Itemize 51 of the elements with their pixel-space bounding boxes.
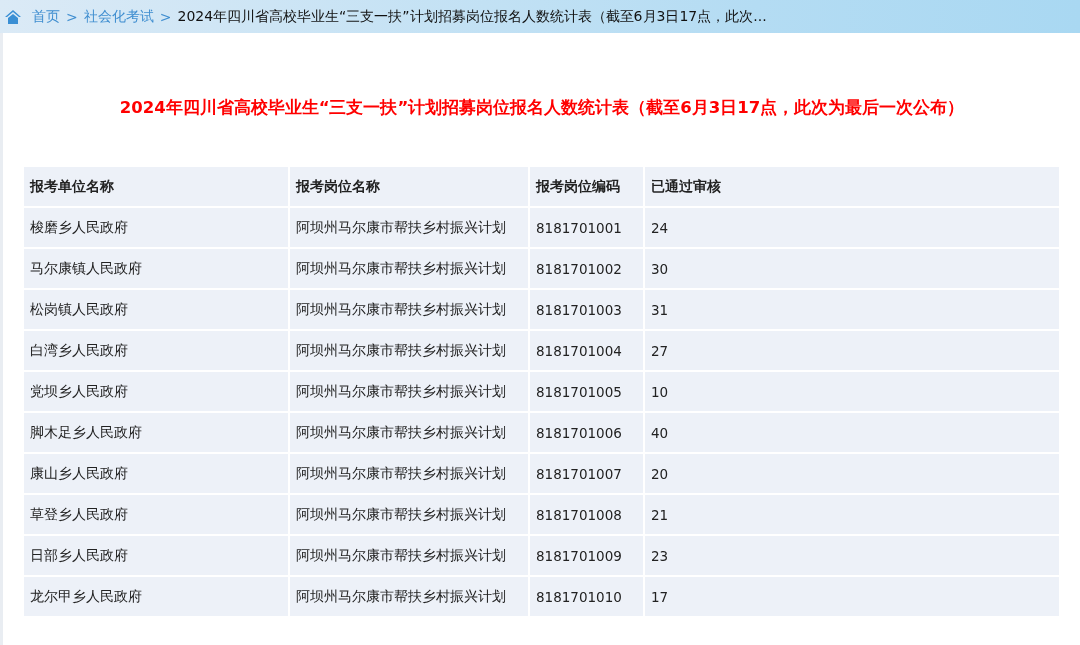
table-cell: 27 [644, 330, 1060, 371]
table-cell: 8181701008 [529, 494, 644, 535]
table-cell: 脚木足乡人民政府 [23, 412, 289, 453]
table-cell: 24 [644, 207, 1060, 248]
table-cell: 党坝乡人民政府 [23, 371, 289, 412]
table-cell: 8181701010 [529, 576, 644, 617]
table-cell: 8181701006 [529, 412, 644, 453]
table-cell: 草登乡人民政府 [23, 494, 289, 535]
table-cell: 阿坝州马尔康市帮扶乡村振兴计划 [289, 207, 529, 248]
table-cell: 马尔康镇人民政府 [23, 248, 289, 289]
table-cell: 21 [644, 494, 1060, 535]
column-header: 报考岗位名称 [289, 166, 529, 207]
table-cell: 8181701002 [529, 248, 644, 289]
table-cell: 阿坝州马尔康市帮扶乡村振兴计划 [289, 535, 529, 576]
table-cell: 康山乡人民政府 [23, 453, 289, 494]
column-header: 已通过审核 [644, 166, 1060, 207]
column-header: 报考单位名称 [23, 166, 289, 207]
table-cell: 日部乡人民政府 [23, 535, 289, 576]
page-title: 2024年四川省高校毕业生“三支一扶”计划招募岗位报名人数统计表（截至6月3日17点，此次为最后一次公布） [118, 97, 966, 119]
table-cell: 阿坝州马尔康市帮扶乡村振兴计划 [289, 371, 529, 412]
breadcrumb-separator: > [66, 8, 78, 25]
table-cell: 龙尔甲乡人民政府 [23, 576, 289, 617]
table-cell: 阿坝州马尔康市帮扶乡村振兴计划 [289, 330, 529, 371]
table-cell: 白湾乡人民政府 [23, 330, 289, 371]
table-cell: 10 [644, 371, 1060, 412]
table-cell: 阿坝州马尔康市帮扶乡村振兴计划 [289, 494, 529, 535]
table-cell: 20 [644, 453, 1060, 494]
table-cell: 17 [644, 576, 1060, 617]
table-cell: 8181701001 [529, 207, 644, 248]
table-cell: 8181701007 [529, 453, 644, 494]
table-cell: 30 [644, 248, 1060, 289]
table-cell: 梭磨乡人民政府 [23, 207, 289, 248]
table-cell: 阿坝州马尔康市帮扶乡村振兴计划 [289, 248, 529, 289]
table-cell: 23 [644, 535, 1060, 576]
table-cell: 8181701004 [529, 330, 644, 371]
table-cell: 松岗镇人民政府 [23, 289, 289, 330]
breadcrumb-link[interactable]: 社会化考试 [83, 7, 154, 26]
table-cell: 8181701003 [529, 289, 644, 330]
table-cell: 31 [644, 289, 1060, 330]
column-header: 报考岗位编码 [529, 166, 644, 207]
breadcrumb-link[interactable]: 首页 [32, 7, 60, 26]
table-cell: 8181701005 [529, 371, 644, 412]
table-cell: 阿坝州马尔康市帮扶乡村振兴计划 [289, 289, 529, 330]
table-cell: 8181701009 [529, 535, 644, 576]
home-icon [4, 8, 22, 25]
breadcrumb-separator: > [159, 8, 172, 25]
breadcrumb-current: 2024年四川省高校毕业生“三支一扶”计划招募岗位报名人数统计表（截至6月3日17点，此次... [177, 7, 767, 26]
table-cell: 40 [644, 412, 1060, 453]
table-cell: 阿坝州马尔康市帮扶乡村振兴计划 [289, 453, 529, 494]
table-cell: 阿坝州马尔康市帮扶乡村振兴计划 [289, 576, 529, 617]
table-cell: 阿坝州马尔康市帮扶乡村振兴计划 [289, 412, 529, 453]
